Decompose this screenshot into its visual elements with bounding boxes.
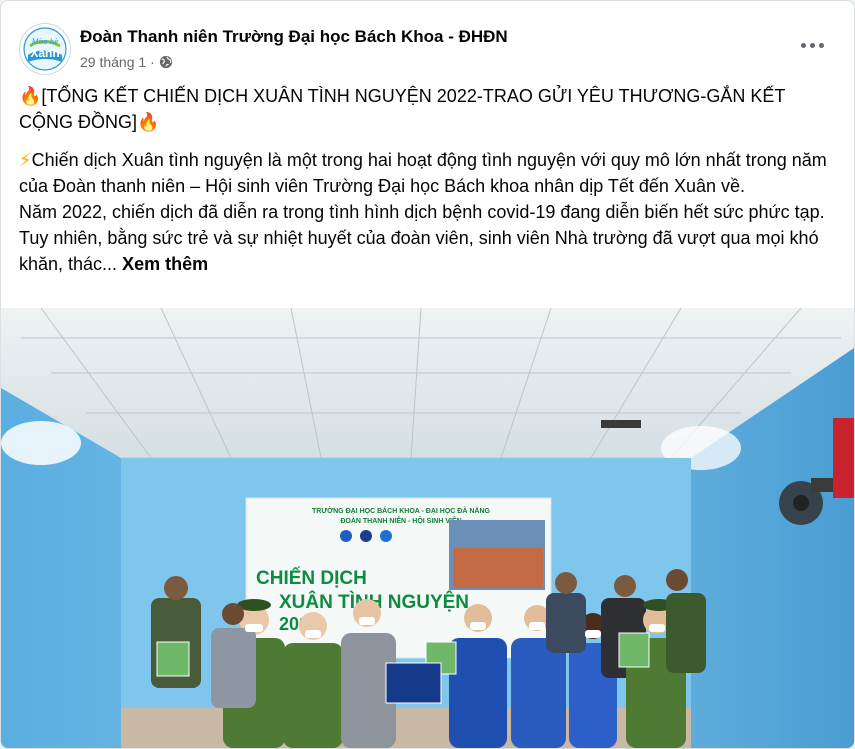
fire-icon: 🔥	[19, 86, 42, 106]
post-title-line: 🔥[TỔNG KẾT CHIẾN DỊCH XUÂN TÌNH NGUYỆN 2…	[19, 83, 831, 135]
post-date[interactable]: 29 tháng 1	[80, 54, 146, 70]
post-paragraph-1: ⚡Chiến dịch Xuân tình nguyện là một tron…	[19, 147, 831, 199]
avatar-text-top: Mùa hè	[31, 38, 59, 46]
paragraph-1-text: Chiến dịch Xuân tình nguyện là một trong…	[19, 150, 827, 196]
more-dot	[809, 42, 815, 48]
post-title: [TỔNG KẾT CHIẾN DỊCH XUÂN TÌNH NGUYỆN 20…	[19, 86, 786, 132]
meta-separator: ·	[150, 54, 155, 70]
page-name-link[interactable]: Đoàn Thanh niên Trường Đại học Bách Khoa…	[80, 27, 508, 47]
post-text: 🔥[TỔNG KẾT CHIẾN DỊCH XUÂN TÌNH NGUYỆN 2…	[19, 83, 831, 277]
lightning-icon: ⚡	[19, 150, 32, 170]
fire-icon: 🔥	[137, 112, 160, 132]
banner-line-1: TRƯỜNG ĐẠI HỌC BÁCH KHOA - ĐẠI HỌC ĐÀ NẴ…	[312, 506, 491, 515]
page-avatar[interactable]: Mùa hè Xanh	[19, 23, 71, 75]
see-more-link[interactable]: Xem thêm	[122, 254, 208, 274]
more-options-button[interactable]	[794, 31, 830, 59]
banner-line-2: ĐOÀN THANH NIÊN - HỘI SINH VIÊN	[340, 516, 461, 525]
more-horizontal-icon	[800, 42, 806, 48]
post-meta: 29 tháng 1 ·	[80, 54, 173, 70]
post-photo[interactable]: TRƯỜNG ĐẠI HỌC BÁCH KHOA - ĐẠI HỌC ĐÀ NẴ…	[1, 308, 854, 748]
banner-title-1: CHIẾN DỊCH	[256, 567, 367, 589]
avatar-text-bottom: Xanh	[30, 46, 59, 60]
globe-icon[interactable]	[159, 55, 173, 69]
more-dot	[818, 42, 824, 48]
event-photo: TRƯỜNG ĐẠI HỌC BÁCH KHOA - ĐẠI HỌC ĐÀ NẴ…	[1, 308, 854, 748]
facebook-post: Mùa hè Xanh Đoàn Thanh niên Trường Đại h…	[0, 0, 855, 749]
post-paragraph-2: Năm 2022, chiến dịch đã diễn ra trong tì…	[19, 199, 831, 277]
avatar-logo: Mùa hè Xanh	[21, 25, 69, 73]
